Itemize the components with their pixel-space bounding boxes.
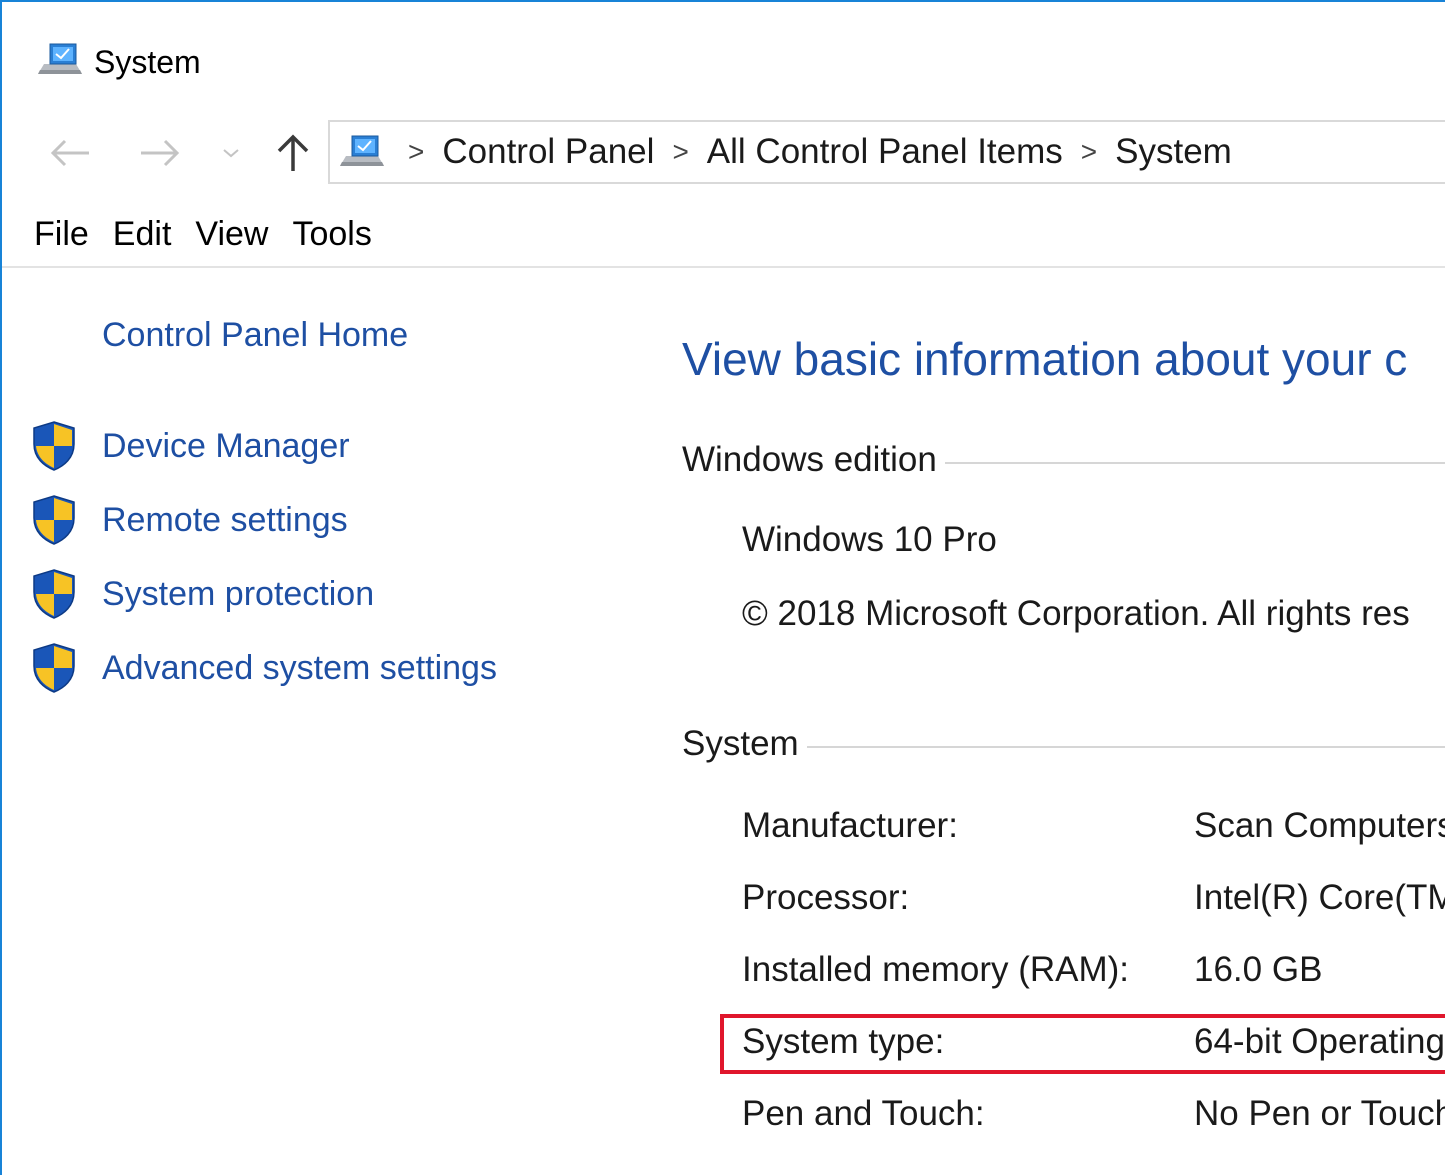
sidebar-item-remote-settings[interactable]: Remote settings <box>30 494 348 546</box>
window-title: System <box>94 44 201 80</box>
back-button[interactable] <box>44 130 98 176</box>
arrow-up-icon <box>277 134 309 171</box>
section-label: System <box>682 724 799 763</box>
recent-locations-button[interactable] <box>214 130 248 176</box>
address-bar[interactable]: > Control Panel > All Control Panel Item… <box>328 120 1445 184</box>
info-value: Scan Computers <box>1194 806 1445 845</box>
menu-tools[interactable]: Tools <box>280 211 383 258</box>
forward-button[interactable] <box>132 130 186 176</box>
info-row-processor: Processor: Intel(R) Core(TM <box>742 874 1445 924</box>
sidebar-item-device-manager[interactable]: Device Manager <box>30 420 350 472</box>
sidebar-item-advanced-system-settings[interactable]: Advanced system settings <box>30 642 497 694</box>
info-label: Manufacturer: <box>742 806 958 845</box>
uac-shield-icon <box>33 495 75 545</box>
info-value: 64-bit Operating <box>1194 1022 1445 1061</box>
info-row-installed-memory: Installed memory (RAM): 16.0 GB <box>742 946 1445 996</box>
copyright-text: © 2018 Microsoft Corporation. All rights… <box>742 594 1410 633</box>
sidebar-item-label[interactable]: Remote settings <box>102 501 348 540</box>
breadcrumb-separator[interactable]: > <box>672 138 688 166</box>
breadcrumb-system[interactable]: System <box>1115 132 1232 172</box>
system-computer-icon <box>38 43 82 74</box>
arrow-left-icon <box>50 139 89 167</box>
sidebar-item-label[interactable]: Device Manager <box>102 427 350 466</box>
menu-bar: File Edit View Tools <box>2 202 1445 268</box>
task-pane: Control Panel Home Device Manager Remote… <box>2 270 642 1170</box>
menu-view[interactable]: View <box>183 211 280 258</box>
chevron-down-icon <box>223 149 239 158</box>
title-bar: System <box>2 2 1445 106</box>
section-divider <box>806 746 1445 748</box>
menu-edit[interactable]: Edit <box>101 211 184 258</box>
info-value: Intel(R) Core(TM <box>1194 878 1445 917</box>
breadcrumb-separator[interactable]: > <box>408 138 424 166</box>
section-label: Windows edition <box>682 440 937 479</box>
uac-shield-icon <box>33 643 75 693</box>
info-label: System type: <box>742 1022 945 1061</box>
info-label: Processor: <box>742 878 910 917</box>
control-panel-home-link[interactable]: Control Panel Home <box>102 316 408 355</box>
sidebar-item-system-protection[interactable]: System protection <box>30 568 374 620</box>
system-computer-icon <box>340 135 384 166</box>
system-window: System > Control Panel > All Control Pan… <box>0 0 1445 1175</box>
info-row-pen-and-touch: Pen and Touch: No Pen or Touch <box>742 1090 1445 1140</box>
info-label: Installed memory (RAM): <box>742 950 1130 989</box>
breadcrumb-separator[interactable]: > <box>1081 138 1097 166</box>
info-value: 16.0 GB <box>1194 950 1323 989</box>
info-value: No Pen or Touch <box>1194 1094 1445 1133</box>
uac-shield-icon <box>33 569 75 619</box>
section-divider <box>944 462 1445 464</box>
breadcrumb-all-items[interactable]: All Control Panel Items <box>707 132 1063 172</box>
info-row-system-type: System type: 64-bit Operating <box>742 1018 1445 1068</box>
navigation-bar: > Control Panel > All Control Panel Item… <box>2 112 1445 192</box>
uac-shield-icon <box>33 421 75 471</box>
main-content: View basic information about your c Wind… <box>682 270 1445 1170</box>
windows-edition-value: Windows 10 Pro <box>742 520 997 559</box>
arrow-right-icon <box>141 139 180 167</box>
windows-edition-header: Windows edition <box>682 440 1445 480</box>
menu-file[interactable]: File <box>22 211 101 258</box>
sidebar-item-label[interactable]: Advanced system settings <box>102 649 497 688</box>
sidebar-item-label[interactable]: System protection <box>102 575 374 614</box>
info-label: Pen and Touch: <box>742 1094 985 1133</box>
up-button[interactable] <box>268 130 318 176</box>
info-row-manufacturer: Manufacturer: Scan Computers <box>742 802 1445 852</box>
breadcrumb-control-panel[interactable]: Control Panel <box>442 132 654 172</box>
system-header: System <box>682 724 1445 764</box>
page-title: View basic information about your c <box>682 333 1408 385</box>
